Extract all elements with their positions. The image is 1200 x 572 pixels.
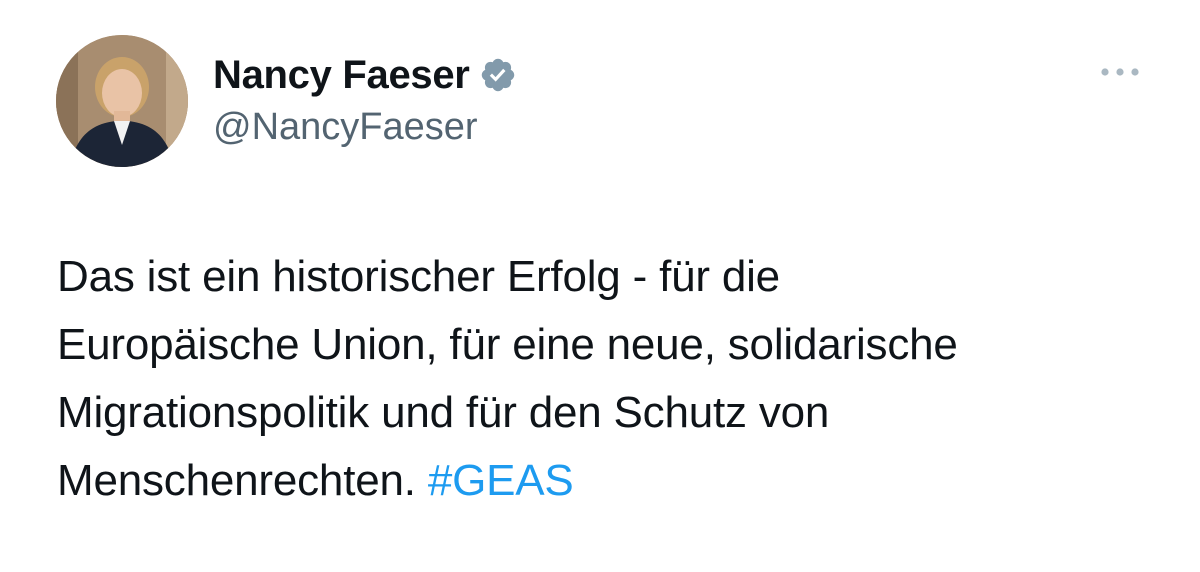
- author-display-name[interactable]: Nancy Faeser: [213, 53, 470, 98]
- author-avatar[interactable]: [56, 35, 188, 167]
- tweet-card: Nancy Faeser @NancyFaeser Das ist ein hi…: [0, 0, 1200, 572]
- ellipsis-icon: [1101, 68, 1139, 76]
- tweet-text-line: Europäische Union, für eine neue, solida…: [57, 320, 958, 369]
- more-options-button[interactable]: [1098, 60, 1142, 84]
- verified-badge-icon: [479, 56, 517, 94]
- hashtag-link[interactable]: #GEAS: [428, 456, 574, 505]
- avatar-photo: [56, 35, 188, 167]
- tweet-text-line: Das ist ein historischer Erfolg - für di…: [57, 252, 780, 301]
- tweet-text: Das ist ein historischer Erfolg - für di…: [57, 243, 1167, 515]
- tweet-text-last-line: Menschenrechten. #GEAS: [57, 447, 1167, 515]
- author-info: Nancy Faeser @NancyFaeser: [213, 50, 517, 149]
- author-handle[interactable]: @NancyFaeser: [213, 106, 517, 149]
- tweet-text-line: Menschenrechten.: [57, 456, 416, 505]
- tweet-text-line: Migrationspolitik und für den Schutz von: [57, 388, 830, 437]
- name-row: Nancy Faeser: [213, 50, 517, 100]
